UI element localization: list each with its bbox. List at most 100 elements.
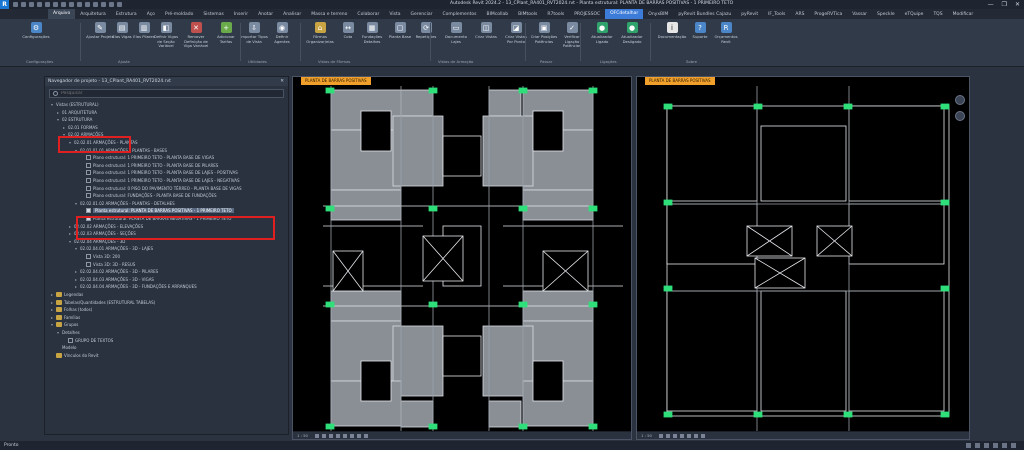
tab-estrutura[interactable]: Estrutura [111,12,142,17]
tree-item[interactable]: ▸ 02.02.04.04 ARMAÇÕES - 3D - FUNDAÇÕES E… [75,283,197,290]
tree-item[interactable]: Modelo [57,344,76,351]
tree-item[interactable]: ▾ Detalhes [57,329,80,336]
tab-pyrevit-bundles-cajazu[interactable]: pyRevit Bundles Cajazu [673,12,736,17]
tab-etquipe[interactable]: eTQuipe [900,12,929,17]
tab-r7tools[interactable]: R7tools [542,12,569,17]
thin-lines-icon[interactable] [93,2,98,7]
detail-level-icon[interactable] [314,433,319,438]
planta-base-button[interactable]: ▢ Planta Base [386,22,414,58]
shadows-icon[interactable] [335,433,340,438]
tab-colaborar[interactable]: Colaborar [352,12,384,17]
hide-isolate-icon[interactable] [700,433,705,438]
browser-search-input[interactable] [61,91,261,96]
close-button[interactable]: ✕ [1015,1,1020,8]
select-links-icon[interactable] [984,443,989,448]
atualizador-desligado-button[interactable]: ● Atualizador Desligado [618,22,646,58]
customize-qat-icon[interactable] [117,2,122,7]
atualizador-ligado-button[interactable]: ● Atualizador Ligado [588,22,616,58]
sync-icon[interactable] [29,2,34,7]
tree-item[interactable]: Plano estrutural: 1 PRIMEIRO TETO - PLAN… [81,154,214,161]
tab-ars[interactable]: ARS [790,12,809,17]
tab-projessoc[interactable]: PROJESSOC [569,12,605,17]
tab-onyxbim[interactable]: OnyxBIM [643,12,673,17]
tab-pre-moldado[interactable]: Pré-moldado [160,12,198,17]
hide-isolate-icon[interactable] [356,433,361,438]
tab-tqs[interactable]: TQS [928,12,947,17]
design-option-icon[interactable] [975,443,980,448]
formas-organizar-elas-button[interactable]: ⌂ Fôrmas Organizar/elas [306,22,334,58]
tree-item[interactable]: ▸ Famílias [51,314,80,321]
tab-analisar[interactable]: Analisar [278,12,306,17]
tree-item[interactable]: Planta estrutural: PLANTA DE BARRAS POSI… [81,207,234,214]
view-right-scale[interactable]: 1 : 50 [641,433,652,438]
repeticoes-button[interactable]: ⟳ Repetições [412,22,440,58]
view-right[interactable]: PLANTA DE BARRAS POSITIVAS 1 : 50 [636,76,970,440]
documentacao-button[interactable]: i Documentação [658,22,686,58]
fundacoes-detalhes-button[interactable]: ▦ Fundações Detalhes [358,22,386,58]
undo-icon[interactable] [37,2,42,7]
close-windows-icon[interactable] [101,2,106,7]
criar-vistas-button[interactable]: ◫ Criar Vistas [472,22,500,58]
tree-item[interactable]: Plano estrutural: 1 PRIMEIRO TETO - PLAN… [81,169,238,176]
tab-speckle[interactable]: Speckle [872,12,900,17]
close-browser-button[interactable]: ✕ [280,77,284,86]
sun-path-icon[interactable] [328,433,333,438]
tab-massa-e-terreno[interactable]: Massa e terreno [306,12,352,17]
orcamentos-revit-button[interactable]: R Orçamentos Revit [712,22,740,58]
floor-plan-right[interactable] [637,86,969,432]
select-pinned-icon[interactable] [1002,443,1007,448]
section-view-icon[interactable] [85,2,90,7]
detail-level-icon[interactable] [658,433,663,438]
tree-item[interactable]: ▾ Grupos [51,321,78,328]
tree-item[interactable]: ▸ Legendas [51,291,83,298]
3d-view-icon[interactable] [77,2,82,7]
shadows-icon[interactable] [679,433,684,438]
navigation-wheel-icon[interactable] [955,95,965,105]
tree-item[interactable]: Plano estrutural: FUNDAÇÕES - PLANTA BAS… [81,192,217,199]
view-left-scale[interactable]: 1 : 50 [297,433,308,438]
crop-view-icon[interactable] [686,433,691,438]
tab-bimcollab[interactable]: BIMcollab [482,12,514,17]
tab-aco[interactable]: Aço [142,12,160,17]
reveal-hidden-icon[interactable] [363,433,368,438]
filter-icon[interactable] [1011,443,1016,448]
configuracoes-button[interactable]: ⚙ Configurações [22,22,50,58]
tab-arquitetura[interactable]: Arquitetura [75,12,111,17]
tab-arquivo[interactable]: Arquivo [48,9,76,19]
definir-agentes-button[interactable]: ◉ Definir Agentes [268,22,296,58]
tree-item[interactable]: ▾ 02 ESTRUTURA [57,116,92,123]
tab-ofcdetalhar[interactable]: OFCdetalhar [605,9,644,19]
select-underlay-icon[interactable] [993,443,998,448]
definir-vigas-de-secao-variavel-button[interactable]: ◧ Definir Vigas de Seção Variável [152,22,180,58]
minimize-button[interactable]: — [988,1,994,8]
measure-icon[interactable] [61,2,66,7]
tab-vassar[interactable]: Vassar [847,12,872,17]
maximize-button[interactable]: ❐ [1002,1,1007,8]
visual-style-icon[interactable] [321,433,326,438]
open-icon[interactable] [13,2,18,7]
tab-if-tools[interactable]: IF_Tools [763,12,790,17]
tab-gerenciar[interactable]: Gerenciar [406,12,438,17]
tree-item[interactable]: ▸ 02.02.04.02 ARMAÇÕES - 3D - PILARES [75,268,158,275]
tree-item[interactable]: ▸ 02.02.04.03 ARMAÇÕES - 3D - VIGAS [75,276,154,283]
tab-complementos[interactable]: Complementos [437,12,481,17]
remover-definicao-de-viga-variavel-button[interactable]: ✕ Remover Definição de Viga Variável [182,22,210,58]
tab-vista[interactable]: Vista [384,12,405,17]
revit-logo-icon[interactable]: R [0,0,9,9]
tree-item[interactable]: ▸ 02.01 FORMAS [63,124,98,131]
tree-item[interactable]: Plano estrutural: 0 PISO DO PAVIMENTO TÉ… [81,185,242,192]
tree-item[interactable]: ▾ 02.02.04.01 ARMAÇÕES - 3D - LAJES [75,245,153,252]
view-right-tab[interactable]: PLANTA DE BARRAS POSITIVAS [645,77,715,85]
redo-icon[interactable] [45,2,50,7]
show-crop-icon[interactable] [693,433,698,438]
tree-item[interactable]: ▸ Folhas (todos) [51,306,92,313]
tree-item[interactable]: Plano estrutural: 1 PRIMEIRO TETO - PLAN… [81,177,240,184]
tab-inserir[interactable]: Inserir [229,12,253,17]
suporte-button[interactable]: ? Suporte [686,22,714,58]
documento-lajes-button[interactable]: ▭ Documento Lajes [442,22,470,58]
crop-view-icon[interactable] [342,433,347,438]
tree-item[interactable]: Vínculos do Revit [51,352,98,359]
tree-item[interactable]: Vista 3D: 3D - RESUS [81,261,135,268]
workset-icon[interactable] [966,443,971,448]
visual-style-icon[interactable] [665,433,670,438]
